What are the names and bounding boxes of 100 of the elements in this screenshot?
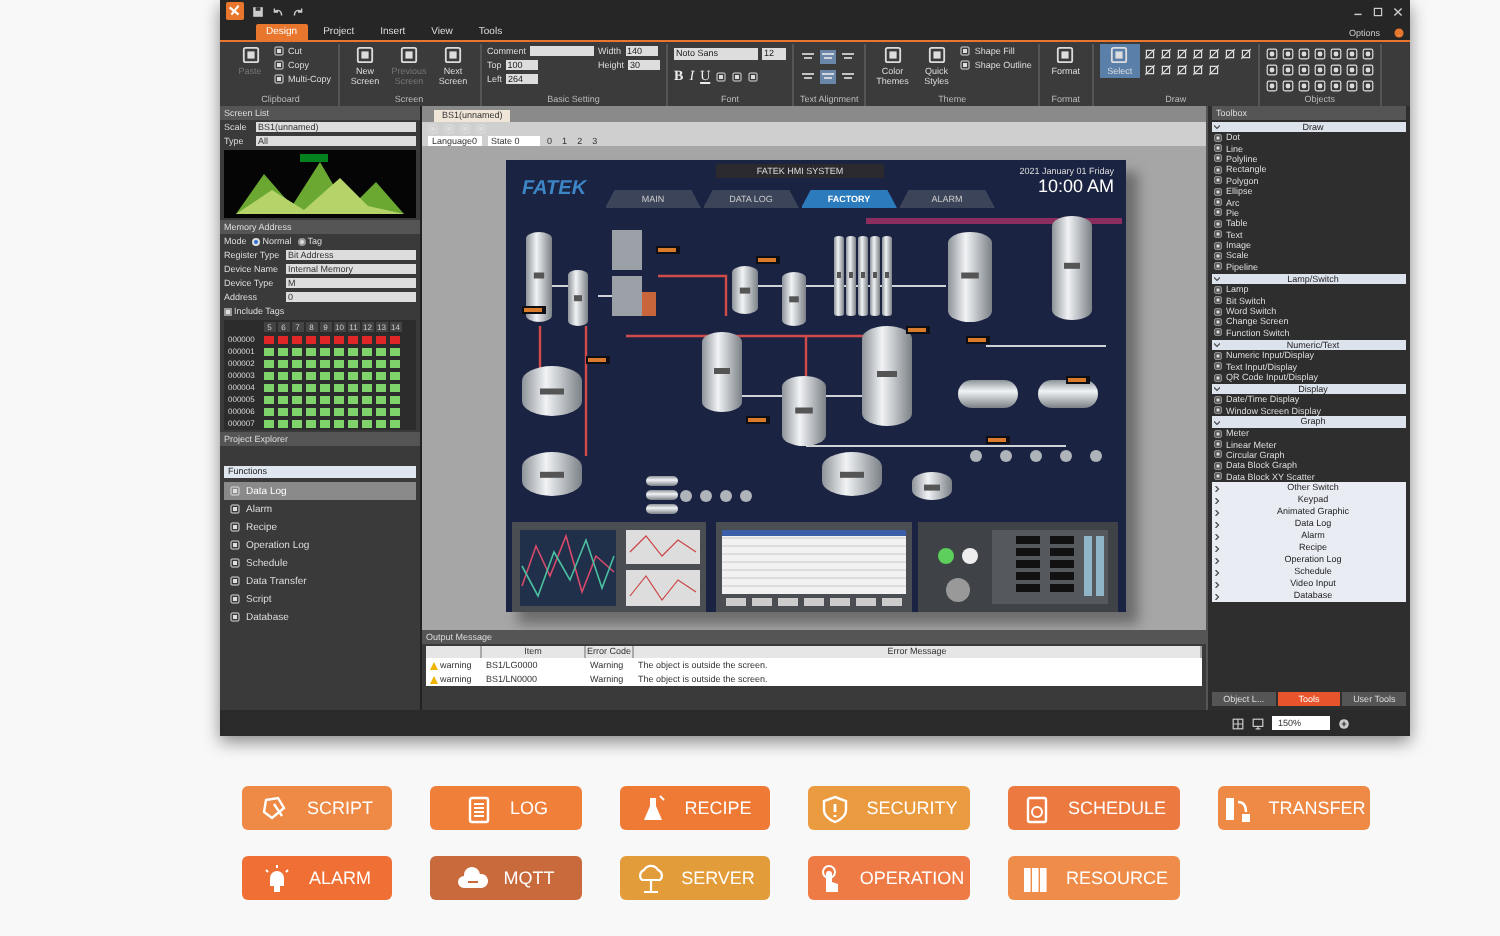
bit-cell[interactable] (390, 335, 401, 343)
bit-cell[interactable] (334, 407, 345, 415)
shape-tool-icon[interactable] (1175, 64, 1188, 76)
object-tool-icon[interactable] (1281, 48, 1294, 60)
bit-cell[interactable] (334, 395, 345, 403)
bit-cell[interactable] (348, 383, 359, 391)
bit-cell[interactable] (362, 383, 373, 391)
object-tool-icon[interactable] (1265, 48, 1278, 60)
bit-cell[interactable] (362, 371, 373, 379)
bit-cell[interactable] (334, 383, 345, 391)
bit-cell[interactable] (320, 383, 331, 391)
shape-tool-icon[interactable] (1159, 64, 1172, 76)
object-tool-icon[interactable] (1345, 64, 1358, 76)
object-tool-icon[interactable] (1281, 64, 1294, 76)
bit-cell[interactable] (390, 407, 401, 415)
shape-tool-icon[interactable] (1191, 48, 1204, 60)
shape-tool-icon[interactable] (1159, 48, 1172, 60)
bit-cell[interactable] (320, 359, 331, 367)
object-tool-icon[interactable] (1297, 80, 1310, 92)
bit-cell[interactable] (376, 407, 387, 415)
bit-cell[interactable] (362, 347, 373, 355)
undo-icon[interactable] (272, 5, 284, 17)
bit-cell[interactable] (362, 407, 373, 415)
bit-cell[interactable] (362, 395, 373, 403)
bit-cell[interactable] (292, 407, 303, 415)
bit-cell[interactable] (362, 419, 373, 427)
bit-cell[interactable] (278, 359, 289, 367)
bit-cell[interactable] (264, 419, 275, 427)
bit-cell[interactable] (390, 395, 401, 403)
object-tool-icon[interactable] (1281, 80, 1294, 92)
bit-cell[interactable] (334, 347, 345, 355)
bit-cell[interactable] (334, 419, 345, 427)
shape-tool-icon[interactable] (1175, 48, 1188, 60)
bit-cell[interactable] (278, 419, 289, 427)
bit-cell[interactable] (390, 347, 401, 355)
bit-cell[interactable] (264, 383, 275, 391)
bit-cell[interactable] (264, 347, 275, 355)
bit-cell[interactable] (334, 359, 345, 367)
bit-cell[interactable] (264, 371, 275, 379)
bit-cell[interactable] (334, 335, 345, 343)
shape-tool-icon[interactable] (1143, 64, 1156, 76)
bit-cell[interactable] (306, 395, 317, 403)
object-tool-icon[interactable] (1361, 64, 1374, 76)
zoom-in-icon[interactable] (1338, 717, 1350, 729)
bit-cell[interactable] (306, 407, 317, 415)
bit-cell[interactable] (306, 335, 317, 343)
input-field[interactable] (530, 45, 595, 55)
bit-cell[interactable] (278, 335, 289, 343)
bit-cell[interactable] (292, 371, 303, 379)
bit-cell[interactable] (390, 359, 401, 367)
save-icon[interactable] (252, 5, 264, 17)
close-icon[interactable] (1392, 5, 1404, 17)
bit-cell[interactable] (306, 383, 317, 391)
bit-cell[interactable] (390, 371, 401, 379)
bit-cell[interactable] (376, 335, 387, 343)
bit-cell[interactable] (264, 407, 275, 415)
bit-cell[interactable] (306, 371, 317, 379)
bit-cell[interactable] (278, 395, 289, 403)
bit-cell[interactable] (390, 383, 401, 391)
shape-tool-icon[interactable] (1239, 48, 1252, 60)
object-tool-icon[interactable] (1297, 64, 1310, 76)
bit-cell[interactable] (264, 335, 275, 343)
bit-cell[interactable] (376, 347, 387, 355)
grid-icon[interactable] (1232, 717, 1244, 729)
shape-tool-icon[interactable] (1223, 48, 1236, 60)
object-tool-icon[interactable] (1345, 80, 1358, 92)
bit-cell[interactable] (348, 347, 359, 355)
bit-cell[interactable] (348, 359, 359, 367)
bit-cell[interactable] (376, 395, 387, 403)
bit-cell[interactable] (376, 359, 387, 367)
bit-cell[interactable] (306, 347, 317, 355)
bit-cell[interactable] (306, 419, 317, 427)
bit-cell[interactable] (376, 371, 387, 379)
shape-tool-icon[interactable] (1143, 48, 1156, 60)
shape-tool-icon[interactable] (1207, 48, 1220, 60)
bit-cell[interactable] (390, 419, 401, 427)
bit-cell[interactable] (292, 347, 303, 355)
bit-cell[interactable] (306, 359, 317, 367)
bit-cell[interactable] (292, 419, 303, 427)
object-tool-icon[interactable] (1329, 48, 1342, 60)
object-tool-icon[interactable] (1329, 80, 1342, 92)
bit-cell[interactable] (320, 347, 331, 355)
bit-cell[interactable] (376, 383, 387, 391)
bit-cell[interactable] (278, 407, 289, 415)
object-tool-icon[interactable] (1313, 64, 1326, 76)
object-tool-icon[interactable] (1297, 48, 1310, 60)
bit-cell[interactable] (348, 371, 359, 379)
bit-cell[interactable] (348, 395, 359, 403)
bit-cell[interactable] (292, 335, 303, 343)
object-tool-icon[interactable] (1361, 80, 1374, 92)
bit-cell[interactable] (320, 371, 331, 379)
object-tool-icon[interactable] (1313, 48, 1326, 60)
bit-cell[interactable] (264, 359, 275, 367)
bit-cell[interactable] (348, 407, 359, 415)
bit-cell[interactable] (376, 419, 387, 427)
bit-cell[interactable] (292, 395, 303, 403)
align-button[interactable] (800, 50, 817, 64)
bit-cell[interactable] (278, 347, 289, 355)
shape-tool-icon[interactable] (1191, 64, 1204, 76)
bit-cell[interactable] (292, 359, 303, 367)
